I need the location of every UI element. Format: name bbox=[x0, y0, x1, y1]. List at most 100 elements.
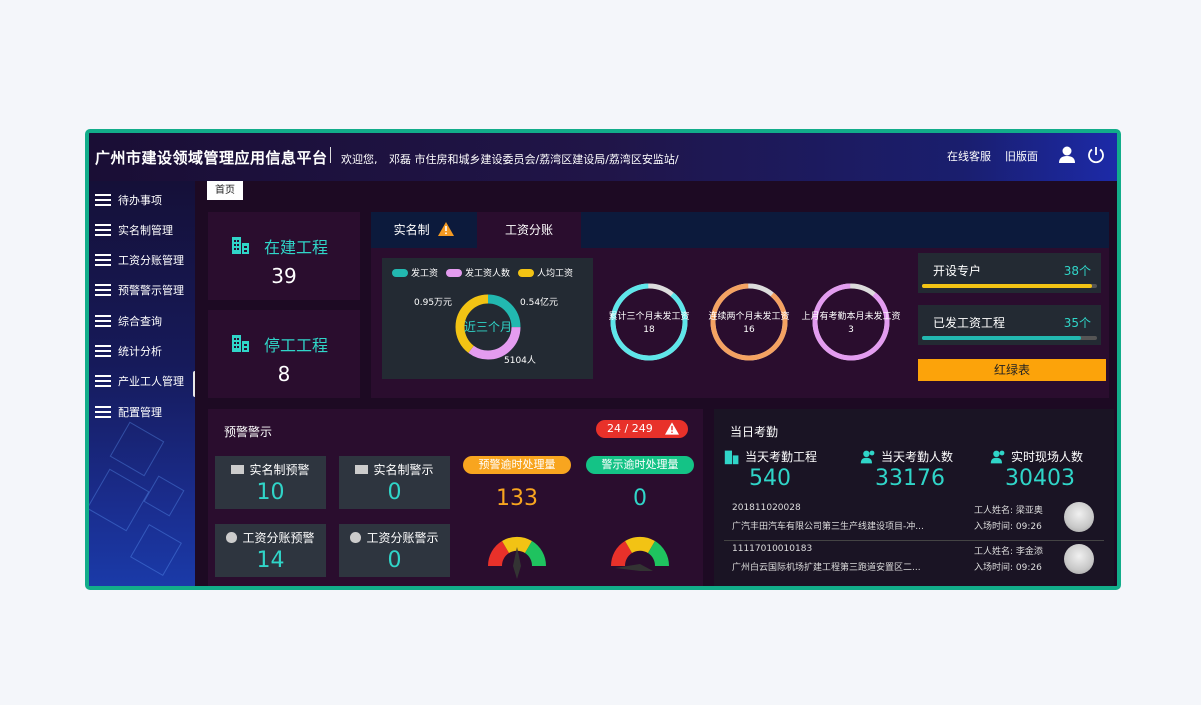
opened-account-card: 开设专户 38个 bbox=[918, 253, 1101, 293]
real-name-warning-box[interactable]: 实名制预警 10 bbox=[215, 456, 326, 509]
sidebar-item-label: 配置管理 bbox=[118, 406, 162, 419]
ring-label: 上月有考勤本月未发工资 bbox=[801, 312, 901, 322]
warning-title: 预警警示 bbox=[224, 425, 273, 439]
sidebar-item-warning[interactable]: 预警警示管理 bbox=[95, 280, 184, 300]
list-icon bbox=[95, 345, 111, 357]
sidebar: 待办事项 实名制管理 工资分账管理 预警警示管理 综合查询 统计分析 产业工人管… bbox=[89, 181, 195, 586]
record-worker: 工人姓名: 李金添 bbox=[974, 544, 1043, 557]
online-service-link[interactable]: 在线客服 bbox=[947, 148, 991, 164]
sidebar-item-statistics[interactable]: 统计分析 bbox=[95, 341, 162, 361]
time-value: 09:26 bbox=[1015, 522, 1042, 532]
box-value: 10 bbox=[256, 480, 285, 505]
ring-gauge bbox=[710, 283, 788, 361]
attendance-stat: 当天考勤工程 540 bbox=[724, 448, 844, 491]
stat-label: 当天考勤人数 bbox=[881, 450, 954, 464]
attendance-record[interactable]: 201811020028 广汽丰田汽车有限公司第三生产线建设项目-冲... 工人… bbox=[724, 502, 1104, 541]
sidebar-item-todo[interactable]: 待办事项 bbox=[95, 190, 162, 210]
record-project: 广汽丰田汽车有限公司第三生产线建设项目-冲... bbox=[732, 522, 924, 532]
worker-name: 梁亚奥 bbox=[1015, 506, 1043, 516]
wage-alert-box[interactable]: 工资分账警示 0 bbox=[339, 524, 450, 577]
real-name-alert-box[interactable]: 实名制警示 0 bbox=[339, 456, 450, 509]
stat-label: 实时现场人数 bbox=[1011, 450, 1084, 464]
sidebar-item-config[interactable]: 配置管理 bbox=[95, 402, 162, 422]
ring-gauge bbox=[610, 283, 688, 361]
stat-label: 当天考勤工程 bbox=[745, 450, 818, 464]
legend-swatch bbox=[518, 269, 535, 277]
record-project: 广州白云国际机场扩建工程第三跑道安置区二... bbox=[732, 563, 921, 573]
paid-account-value: 35个 bbox=[1063, 316, 1091, 330]
stopped-value: 8 bbox=[277, 362, 291, 386]
box-label-text: 工资分账警示 bbox=[366, 531, 439, 545]
record-id: 11117010010183 bbox=[732, 544, 813, 554]
ring-value: 18 bbox=[643, 325, 655, 335]
worker-label: 工人姓名: bbox=[974, 506, 1014, 516]
worker-label: 工人姓名: bbox=[974, 547, 1014, 557]
power-icon[interactable] bbox=[1086, 145, 1106, 165]
time-label: 入场时间: bbox=[974, 563, 1014, 573]
id-card-icon bbox=[231, 465, 245, 474]
sidebar-item-label: 实名制管理 bbox=[118, 224, 173, 237]
record-id: 201811020028 bbox=[732, 503, 801, 513]
sidebar-item-label: 预警警示管理 bbox=[118, 284, 184, 297]
record-time: 入场时间: 09:26 bbox=[974, 560, 1042, 573]
legend-item: 人均工资 bbox=[518, 266, 573, 279]
wage-chart-card: 发工资 发工资人数 人均工资 近三个月 0.95万元 0.54亿元 5104人 bbox=[382, 258, 593, 379]
ring-value: 3 bbox=[848, 325, 854, 335]
box-label-text: 工资分账预警 bbox=[242, 531, 315, 545]
legend-item: 发工资人数 bbox=[446, 266, 510, 279]
attendance-stat: 实时现场人数 30403 bbox=[990, 448, 1110, 491]
ring-two-months: 连续两个月未发工资 16 bbox=[708, 282, 790, 362]
tab-real-name[interactable]: 实名制 bbox=[371, 212, 477, 248]
legend-label: 发工资 bbox=[411, 269, 439, 279]
building-icon bbox=[232, 237, 249, 254]
box-label-text: 实名制警示 bbox=[373, 463, 434, 477]
building-icon bbox=[232, 335, 249, 352]
redgreen-table-button[interactable]: 红绿表 bbox=[918, 359, 1106, 381]
user-icon[interactable] bbox=[1057, 145, 1077, 165]
warning-gauge bbox=[487, 536, 547, 579]
box-label: 工资分账预警 bbox=[215, 529, 326, 546]
box-label: 工资分账警示 bbox=[339, 529, 450, 546]
building-icon bbox=[724, 450, 739, 464]
chart-legend: 发工资 发工资人数 人均工资 bbox=[392, 266, 573, 279]
attendance-panel: 当日考勤 当天考勤工程 540 当天考勤人数 33176 实时现场人数 3040… bbox=[714, 409, 1114, 586]
in-progress-label: 在建工程 bbox=[264, 238, 329, 257]
users-icon bbox=[990, 450, 1005, 463]
tab-label: 工资分账 bbox=[504, 223, 553, 237]
box-label: 实名制预警 bbox=[215, 461, 326, 478]
sidebar-item-wage-account[interactable]: 工资分账管理 bbox=[95, 250, 184, 270]
warning-count-badge[interactable]: 24 / 249 bbox=[596, 420, 688, 438]
sidebar-item-query[interactable]: 综合查询 bbox=[95, 311, 162, 331]
ring-last-month: 上月有考勤本月未发工资 3 bbox=[801, 282, 901, 362]
stat-value: 30403 bbox=[1005, 466, 1075, 491]
list-icon bbox=[95, 284, 111, 296]
attendance-stat: 当天考勤人数 33176 bbox=[860, 448, 980, 491]
tab-home[interactable]: 首页 bbox=[207, 181, 243, 200]
old-version-link[interactable]: 旧版面 bbox=[1005, 148, 1038, 164]
attendance-record[interactable]: 11117010010183 广州白云国际机场扩建工程第三跑道安置区二... 工… bbox=[724, 543, 1104, 582]
sidebar-item-label: 综合查询 bbox=[118, 315, 162, 328]
in-progress-value: 39 bbox=[271, 264, 297, 288]
list-icon bbox=[95, 194, 111, 206]
alert-gauge bbox=[610, 536, 670, 571]
worker-name: 李金添 bbox=[1015, 547, 1043, 557]
sidebar-item-workers[interactable]: 产业工人管理 bbox=[95, 371, 184, 391]
legend-swatch bbox=[446, 269, 463, 277]
donut-label-right: 0.54亿元 bbox=[520, 298, 559, 308]
attendance-stat-label: 当天考勤人数 bbox=[860, 448, 980, 465]
wage-warning-box[interactable]: 工资分账预警 14 bbox=[215, 524, 326, 577]
stat-value: 540 bbox=[749, 466, 791, 491]
title-divider bbox=[330, 147, 331, 163]
paid-account-label: 已发工资工程 bbox=[933, 316, 1006, 330]
list-icon bbox=[95, 375, 111, 387]
in-progress-card: 在建工程 39 bbox=[208, 212, 360, 300]
overdue-warning-pill: 预警逾时处理量 bbox=[463, 456, 571, 474]
decor-hexagon bbox=[89, 468, 150, 532]
sidebar-item-label: 统计分析 bbox=[118, 345, 162, 358]
box-value: 0 bbox=[387, 480, 402, 505]
sidebar-item-real-name[interactable]: 实名制管理 bbox=[95, 220, 173, 240]
attendance-stat-label: 当天考勤工程 bbox=[724, 448, 844, 465]
donut-label-left: 0.95万元 bbox=[414, 298, 453, 308]
tab-wage-account[interactable]: 工资分账 bbox=[477, 212, 581, 248]
top-bar: 广州市建设领域管理应用信息平台 欢迎您, 邓磊 市住房和城乡建设委员会/荔湾区建… bbox=[89, 133, 1117, 181]
